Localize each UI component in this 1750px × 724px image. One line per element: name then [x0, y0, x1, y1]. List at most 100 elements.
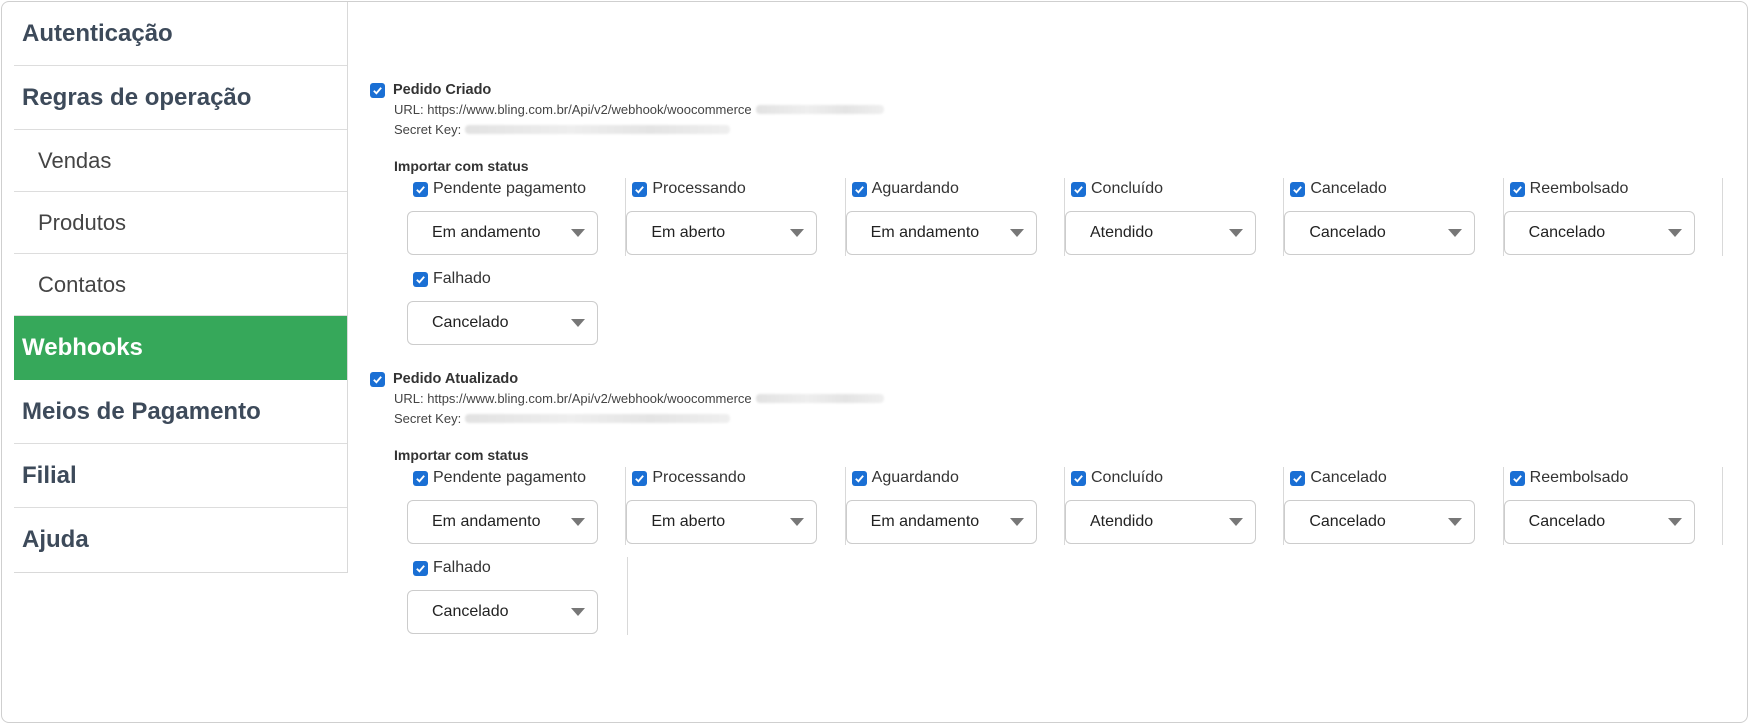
status-select[interactable]: Em andamento [845, 211, 1037, 255]
chevron-down-icon [571, 608, 585, 616]
chevron-down-icon [1228, 518, 1243, 526]
webhook-url: URL: https://www.bling.com.br/Api/v2/web… [394, 390, 1747, 407]
webhook-title: Pedido Atualizado [393, 371, 519, 387]
status-select[interactable]: Cancelado [407, 590, 598, 634]
sidebar-item-meios-de-pagamento[interactable]: Meios de Pagamento [14, 380, 347, 444]
url-redacted [755, 394, 884, 403]
select-value: Em aberto [651, 224, 726, 241]
select-value: Em aberto [651, 513, 726, 530]
select-value: Atendido [1089, 513, 1154, 530]
chevron-down-icon [1228, 229, 1243, 237]
checkbox-checked-icon[interactable] [1070, 181, 1086, 197]
app-frame: Autenticação Regras de operação Vendas P… [1, 1, 1748, 723]
checkbox-checked-icon[interactable] [370, 82, 385, 98]
status-select[interactable]: Atendido [1064, 211, 1256, 255]
select-value: Cancelado [1528, 513, 1606, 530]
checkbox-checked-icon[interactable] [413, 470, 428, 486]
status-select[interactable]: Cancelado [1503, 211, 1695, 255]
checkbox-checked-icon[interactable] [413, 271, 428, 287]
sidebar-item-label: Meios de Pagamento [22, 397, 261, 425]
sidebar-item-autenticacao[interactable]: Autenticação [14, 2, 347, 66]
status-reembolsado: Reembolsado Cancelado [1503, 178, 1723, 256]
status-select[interactable]: Cancelado [1284, 211, 1476, 255]
status-falhado: Falhado Cancelado [407, 268, 628, 346]
webhook-pedido-atualizado: Pedido Atualizado URL: https://www.bling… [370, 371, 1747, 635]
status-aguardando: Aguardando Em andamento [845, 467, 1065, 545]
secret-key-label: Secret Key: [394, 411, 462, 426]
secret-key-redacted [465, 414, 731, 423]
chevron-down-icon [790, 518, 805, 526]
checkbox-checked-icon[interactable] [1509, 181, 1525, 197]
checkbox-checked-icon[interactable] [1509, 470, 1525, 486]
sidebar-item-label: Contatos [38, 271, 127, 297]
sidebar-item-contatos[interactable]: Contatos [14, 254, 347, 316]
checkbox-checked-icon[interactable] [632, 181, 648, 197]
import-status-label: Importar com status [394, 447, 529, 463]
status-cancelado: Cancelado Cancelado [1284, 467, 1504, 545]
status-label: Falhado [433, 559, 491, 576]
status-label: Pendente pagamento [433, 180, 587, 197]
sidebar-item-produtos[interactable]: Produtos [14, 192, 347, 254]
select-value: Em andamento [432, 224, 541, 241]
checkbox-checked-icon[interactable] [1070, 470, 1086, 486]
checkbox-checked-icon[interactable] [1290, 470, 1306, 486]
select-value: Em andamento [432, 513, 541, 530]
checkbox-checked-icon[interactable] [370, 371, 385, 387]
sidebar-item-filial[interactable]: Filial [14, 444, 347, 508]
status-label: Concluído [1090, 180, 1164, 197]
select-value: Cancelado [432, 603, 509, 620]
status-select[interactable]: Em andamento [407, 500, 598, 544]
webhook-secret-key: Secret Key: [394, 121, 1747, 138]
status-select[interactable]: Cancelado [407, 301, 598, 345]
sidebar-item-ajuda[interactable]: Ajuda [14, 508, 347, 572]
status-grid: Pendente pagamento Em andamento Processa… [407, 467, 1723, 635]
sidebar-item-webhooks[interactable]: Webhooks [14, 316, 347, 380]
status-pendente-pagamento: Pendente pagamento Em andamento [407, 467, 627, 545]
status-select[interactable]: Em andamento [407, 211, 598, 255]
status-label: Aguardando [871, 180, 959, 197]
chevron-down-icon [571, 229, 585, 237]
checkbox-checked-icon[interactable] [413, 560, 428, 576]
url-redacted [755, 105, 884, 114]
status-select[interactable]: Em andamento [845, 500, 1037, 544]
status-label: Processando [652, 469, 746, 486]
status-label: Cancelado [1310, 180, 1387, 197]
status-select[interactable]: Em aberto [626, 500, 818, 544]
url-value: https://www.bling.com.br/Api/v2/webhook/… [427, 102, 752, 117]
secret-key-redacted [465, 125, 731, 134]
sidebar: Autenticação Regras de operação Vendas P… [14, 2, 348, 573]
status-label: Aguardando [871, 469, 959, 486]
status-select[interactable]: Cancelado [1284, 500, 1476, 544]
webhook-title: Pedido Criado [393, 82, 492, 98]
select-value: Em andamento [870, 513, 980, 530]
status-label: Processando [652, 180, 746, 197]
chevron-down-icon [1448, 229, 1463, 237]
chevron-down-icon [1667, 229, 1682, 237]
status-select[interactable]: Cancelado [1503, 500, 1695, 544]
sidebar-item-label: Ajuda [22, 526, 89, 553]
checkbox-checked-icon[interactable] [413, 181, 428, 197]
sidebar-item-vendas[interactable]: Vendas [14, 130, 347, 192]
chevron-down-icon [1667, 518, 1682, 526]
sidebar-item-label: Regras de operação [22, 83, 252, 111]
status-select[interactable]: Atendido [1064, 500, 1256, 544]
chevron-down-icon [571, 319, 585, 327]
url-value: https://www.bling.com.br/Api/v2/webhook/… [427, 391, 752, 406]
checkbox-checked-icon[interactable] [1290, 181, 1306, 197]
select-value: Cancelado [1309, 513, 1386, 530]
import-status-label: Importar com status [394, 158, 529, 174]
status-label: Reembolsado [1529, 469, 1629, 486]
checkbox-checked-icon[interactable] [632, 470, 648, 486]
checkbox-checked-icon[interactable] [851, 470, 867, 486]
chevron-down-icon [790, 229, 805, 237]
status-label: Cancelado [1310, 469, 1387, 486]
sidebar-item-label: Webhooks [22, 333, 143, 361]
status-select[interactable]: Em aberto [626, 211, 818, 255]
status-falhado: Falhado Cancelado [407, 557, 628, 635]
checkbox-checked-icon[interactable] [851, 181, 867, 197]
chevron-down-icon [571, 518, 585, 526]
chevron-down-icon [1448, 518, 1463, 526]
status-concluido: Concluído Atendido [1064, 467, 1285, 545]
sidebar-item-regras-de-operacao[interactable]: Regras de operação [14, 66, 347, 130]
status-grid: Pendente pagamento Em andamento Processa… [407, 178, 1723, 346]
